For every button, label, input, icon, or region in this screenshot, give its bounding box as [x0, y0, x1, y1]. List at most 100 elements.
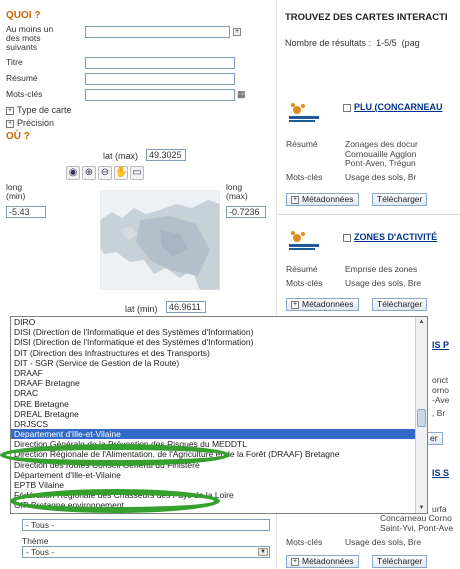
results-header: TROUVEZ DES CARTES INTERACTI	[285, 12, 448, 23]
dropdown-option[interactable]: DRJSCS	[11, 419, 427, 429]
dropdown-option[interactable]: Departement d'Ille-et-Vilaine	[11, 429, 427, 440]
telecharger-label: Télécharger	[377, 299, 423, 309]
thesaurus-icon[interactable]: ▦	[237, 89, 246, 99]
precision-label: Précision	[17, 118, 55, 128]
dropdown-option[interactable]: DRE Bretagne	[11, 399, 427, 409]
pan-hand-icon[interactable]: ✋	[114, 166, 128, 180]
result-4-title[interactable]: IS S	[432, 468, 449, 478]
metadonnees-button[interactable]: + Métadonnées	[286, 193, 359, 206]
theme-label: Thème	[22, 536, 49, 546]
metadonnees-button[interactable]: + Métadonnées	[286, 298, 359, 311]
expand-icon[interactable]: +	[233, 28, 241, 36]
scroll-up-icon[interactable]: ▲	[416, 317, 427, 327]
zoom-out-icon[interactable]: ⊖	[98, 166, 112, 180]
result-1-title-row[interactable]: PLU (CONCARNEAU	[343, 102, 443, 112]
dropdown-option[interactable]: DREAL Bretagne	[11, 409, 427, 419]
result-count: Nombre de résultats : 1-5/5 (pag	[285, 38, 420, 48]
map-view[interactable]	[100, 190, 220, 290]
dropdown-option[interactable]: EPTB Vilaine	[11, 480, 427, 490]
result-2-title[interactable]: ZONES D'ACTIVITÉ	[354, 232, 437, 242]
chevron-down-icon[interactable]: ▼	[258, 548, 268, 556]
result-count-page: (pag	[401, 38, 420, 48]
metadonnees-label: Métadonnées	[302, 299, 354, 309]
metadonnees-label: Métadonnées	[302, 556, 354, 566]
result-3-title[interactable]: IS P	[432, 340, 449, 350]
select-box-icon[interactable]: ▭	[130, 166, 144, 180]
logo-icon	[289, 231, 319, 250]
dropdown-option[interactable]: DIT (Direction des Infrastructures et de…	[11, 348, 427, 358]
long-max-input[interactable]: -0.7236	[226, 206, 266, 218]
zoom-in-icon[interactable]: ⊕	[82, 166, 96, 180]
dropdown-option[interactable]: DIT - SGR (Service de Gestion de la Rout…	[11, 358, 427, 368]
annotation-oval	[0, 444, 230, 466]
result-2-title-row[interactable]: ZONES D'ACTIVITÉ	[343, 232, 437, 242]
result-count-value: 1-5/5	[376, 38, 397, 48]
long-max-label: long (max)	[226, 182, 248, 201]
titre-input[interactable]	[85, 57, 235, 69]
result-2-logo	[287, 228, 321, 252]
telecharger-button[interactable]: Télécharger	[372, 555, 428, 568]
lat-max-label: lat (max)	[103, 151, 139, 161]
dropdown-option[interactable]: DRAAF Bretagne	[11, 378, 427, 388]
telecharger-button[interactable]: Télécharger	[372, 298, 428, 311]
checkbox-icon[interactable]	[343, 103, 351, 112]
long-min-input[interactable]: -5.43	[6, 206, 46, 218]
titre-label: Titre	[6, 57, 23, 67]
result-3-text: -Ave	[432, 395, 450, 405]
telecharger-button[interactable]: er	[428, 432, 443, 445]
mots-cles-input[interactable]	[85, 89, 235, 101]
globe-icon[interactable]: ◉	[66, 166, 80, 180]
organisme-select-value: - Tous -	[26, 520, 55, 530]
plus-icon: +	[291, 557, 299, 566]
map-toolbar: ◉ ⊕ ⊖ ✋ ▭	[66, 166, 146, 180]
result-4-mots-label: Mots-clés	[286, 537, 323, 547]
result-2-mots: Usage des sols, Bre	[345, 278, 422, 288]
dropdown-option[interactable]: DRAAF	[11, 368, 427, 378]
plus-icon: +	[6, 106, 14, 115]
result-1-resume: Zonages des docur Cornouaille Agglon Pon…	[345, 139, 418, 169]
lat-max-input[interactable]: 49.3025	[146, 149, 186, 161]
au-moins-input[interactable]	[85, 26, 230, 38]
precision-toggle[interactable]: + Précision	[6, 118, 54, 128]
type-carte-label: Type de carte	[17, 105, 72, 115]
lat-min-input[interactable]: 46.9611	[166, 301, 206, 313]
result-2-mots-label: Mots-clés	[286, 278, 323, 288]
plus-icon: +	[6, 119, 14, 128]
telecharger-button[interactable]: Télécharger	[372, 193, 428, 206]
checkbox-icon[interactable]	[343, 233, 351, 242]
result-3-text: , Br	[432, 408, 446, 418]
dropdown-option[interactable]: DISI (Direction de l'Informatique et des…	[11, 337, 427, 347]
result-1-mots: Usage des sols, Br	[345, 172, 417, 182]
brittany-map-image	[100, 190, 220, 290]
dropdown-option[interactable]: DIRO	[11, 317, 427, 327]
metadonnees-label: Métadonnées	[302, 194, 354, 204]
metadonnees-button[interactable]: + Métadonnées	[286, 555, 359, 568]
result-2-resume-label: Résumé	[286, 264, 318, 274]
dropdown-option[interactable]: Département d'Ille-et-Vilaine	[11, 470, 427, 480]
scroll-thumb[interactable]	[417, 409, 426, 427]
result-4-mots: Usage des sols, Bre	[345, 537, 422, 547]
dropdown-option[interactable]: DRAC	[11, 388, 427, 398]
long-min-label: long (min)	[6, 182, 26, 201]
scroll-down-icon[interactable]: ▼	[416, 503, 427, 513]
resume-line: Pont-Aven, Trégun	[345, 158, 416, 168]
organisme-select[interactable]: - Tous -	[22, 519, 270, 531]
result-1-mots-label: Mots-clés	[286, 172, 323, 182]
theme-select[interactable]: - Tous - ▼	[22, 546, 270, 558]
organisme-dropdown-list[interactable]: DIRO DISI (Direction de l'Informatique et…	[10, 316, 428, 514]
result-1-resume-label: Résumé	[286, 139, 318, 149]
option-list: DIRO DISI (Direction de l'Informatique et…	[11, 317, 427, 513]
annotation-oval	[10, 489, 220, 513]
type-carte-toggle[interactable]: + Type de carte	[6, 105, 72, 115]
plus-icon: +	[291, 300, 299, 309]
logo-icon	[289, 103, 319, 122]
lat-min-label: lat (min)	[125, 304, 158, 314]
result-count-label: Nombre de résultats :	[285, 38, 372, 48]
telecharger-label: Télécharger	[377, 556, 423, 566]
resume-input[interactable]	[85, 73, 235, 85]
resume-label: Résumé	[6, 73, 38, 83]
result-2-resume: Emprise des zones	[345, 264, 418, 274]
dropdown-option[interactable]: DISI (Direction de l'Informatique et des…	[11, 327, 427, 337]
result-1-title[interactable]: PLU (CONCARNEAU	[354, 102, 443, 112]
scrollbar[interactable]: ▲ ▼	[415, 317, 427, 513]
